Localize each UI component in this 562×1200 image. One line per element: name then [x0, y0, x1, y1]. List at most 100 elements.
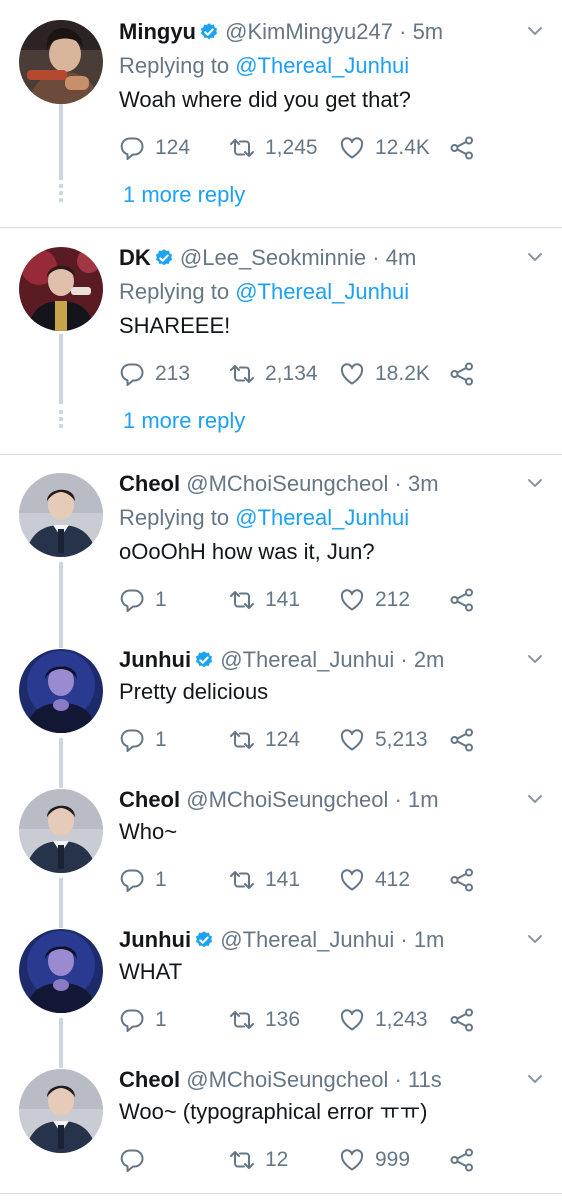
- chevron-down-icon[interactable]: [525, 649, 545, 669]
- retweet-icon: [229, 135, 255, 161]
- retweet-icon: [229, 1147, 255, 1173]
- chevron-down-icon[interactable]: [525, 21, 545, 41]
- replying-to: Replying to @Thereal_Junhui: [119, 277, 409, 307]
- like-button[interactable]: 5,213: [339, 725, 428, 755]
- user-handle[interactable]: @MChoiSeungcheol: [186, 471, 388, 496]
- share-button[interactable]: [449, 585, 475, 615]
- tweet-text: Who~: [119, 819, 178, 844]
- separator: ·: [394, 787, 402, 812]
- retweet-icon: [229, 867, 255, 893]
- chevron-down-icon[interactable]: [525, 789, 545, 809]
- reply-icon: [119, 361, 145, 387]
- like-button[interactable]: 212: [339, 585, 410, 615]
- reply-button[interactable]: 1: [119, 1005, 167, 1035]
- thread-connector: [59, 878, 63, 928]
- user-handle[interactable]: @KimMingyu247: [225, 19, 393, 44]
- cheol-avatar[interactable]: [19, 1069, 103, 1153]
- timestamp[interactable]: 11s: [408, 1067, 442, 1092]
- retweet-button[interactable]: 124: [229, 725, 300, 755]
- share-button[interactable]: [449, 1005, 475, 1035]
- retweet-count: 136: [265, 1008, 301, 1031]
- display-name[interactable]: DK: [119, 245, 151, 270]
- tweet-header: Mingyu @KimMingyu247 · 5m: [119, 17, 443, 47]
- display-name[interactable]: Junhui: [119, 647, 191, 672]
- reply-count: 1: [155, 1008, 167, 1031]
- timestamp[interactable]: 3m: [408, 471, 439, 496]
- tweet-text: Pretty delicious: [119, 679, 269, 704]
- reply-button[interactable]: 213: [119, 359, 190, 389]
- reply-icon: [119, 587, 145, 613]
- reply-button[interactable]: 1: [119, 865, 167, 895]
- heart-icon: [339, 587, 365, 613]
- share-button[interactable]: [449, 725, 475, 755]
- reply-button[interactable]: 1: [119, 585, 167, 615]
- reply-count: 213: [155, 362, 191, 385]
- retweet-button[interactable]: 141: [229, 865, 300, 895]
- heart-icon: [339, 1007, 365, 1033]
- user-handle[interactable]: @Thereal_Junhui: [220, 927, 394, 952]
- reply-button[interactable]: [119, 1145, 155, 1175]
- reply-button[interactable]: 1: [119, 725, 167, 755]
- timestamp[interactable]: 1m: [414, 927, 445, 952]
- mention-link[interactable]: @Thereal_Junhui: [235, 279, 409, 304]
- user-handle[interactable]: @MChoiSeungcheol: [186, 1067, 388, 1092]
- dk-avatar[interactable]: [19, 247, 103, 331]
- share-icon: [449, 1007, 475, 1033]
- separator: ·: [372, 245, 380, 270]
- separator: ·: [400, 647, 408, 672]
- share-button[interactable]: [449, 133, 475, 163]
- share-button[interactable]: [449, 865, 475, 895]
- retweet-button[interactable]: 1,245: [229, 133, 318, 163]
- user-handle[interactable]: @MChoiSeungcheol: [186, 787, 388, 812]
- display-name[interactable]: Junhui: [119, 927, 191, 952]
- timestamp[interactable]: 1m: [408, 787, 439, 812]
- display-name[interactable]: Cheol: [119, 471, 180, 496]
- display-name[interactable]: Mingyu: [119, 19, 196, 44]
- like-count: 5,213: [375, 728, 428, 751]
- mingyu-avatar[interactable]: [19, 20, 103, 104]
- share-button[interactable]: [449, 1145, 475, 1175]
- tweet-text: Woah where did you get that?: [119, 87, 411, 112]
- more-replies-link[interactable]: 1 more reply: [123, 406, 245, 436]
- tweet-header: Cheol @MChoiSeungcheol · 1m: [119, 785, 439, 815]
- like-button[interactable]: 12.4K: [339, 133, 430, 163]
- like-button[interactable]: 412: [339, 865, 410, 895]
- share-button[interactable]: [449, 359, 475, 389]
- replying-to-label: Replying to: [119, 279, 236, 304]
- retweet-button[interactable]: 141: [229, 585, 300, 615]
- user-handle[interactable]: @Lee_Seokminnie: [180, 245, 366, 270]
- mention-link[interactable]: @Thereal_Junhui: [235, 53, 409, 78]
- display-name[interactable]: Cheol: [119, 787, 180, 812]
- like-button[interactable]: 1,243: [339, 1005, 428, 1035]
- like-button[interactable]: 18.2K: [339, 359, 430, 389]
- display-name[interactable]: Cheol: [119, 1067, 180, 1092]
- retweet-button[interactable]: 2,134: [229, 359, 318, 389]
- retweet-button[interactable]: 136: [229, 1005, 300, 1035]
- timestamp[interactable]: 4m: [386, 245, 417, 270]
- divider: [0, 454, 562, 455]
- cheol-avatar[interactable]: [19, 473, 103, 557]
- cheol-avatar[interactable]: [19, 789, 103, 873]
- retweet-button[interactable]: 12: [229, 1145, 288, 1175]
- tweet-actions: 1 141 212: [119, 585, 479, 615]
- junhui-avatar[interactable]: [19, 649, 103, 733]
- junhui-avatar[interactable]: [19, 929, 103, 1013]
- timestamp[interactable]: 2m: [414, 647, 445, 672]
- more-replies-link[interactable]: 1 more reply: [123, 180, 245, 210]
- tweet-header: Cheol @MChoiSeungcheol · 11s: [119, 1065, 442, 1095]
- like-button[interactable]: 999: [339, 1145, 410, 1175]
- reply-count: 1: [155, 588, 167, 611]
- user-handle[interactable]: @Thereal_Junhui: [220, 647, 394, 672]
- chevron-down-icon[interactable]: [525, 247, 545, 267]
- chevron-down-icon[interactable]: [525, 929, 545, 949]
- tweet-text: oOoOhH how was it, Jun?: [119, 539, 375, 564]
- chevron-down-icon[interactable]: [525, 473, 545, 493]
- mention-link[interactable]: @Thereal_Junhui: [235, 505, 409, 530]
- chevron-down-icon[interactable]: [525, 1069, 545, 1089]
- like-count: 1,243: [375, 1008, 428, 1031]
- tweet-text: Woo~ (typographical error ㅠㅠ): [119, 1099, 428, 1124]
- timestamp[interactable]: 5m: [413, 19, 444, 44]
- reply-button[interactable]: 124: [119, 133, 190, 163]
- replying-to: Replying to @Thereal_Junhui: [119, 51, 409, 81]
- tweet-actions: 1 124 5,213: [119, 725, 479, 755]
